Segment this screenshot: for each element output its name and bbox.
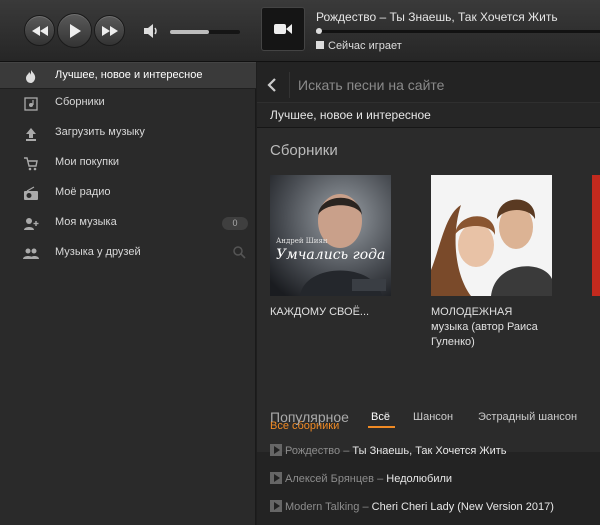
next-button[interactable] [94, 15, 125, 46]
track-artist[interactable]: Рождество [285, 445, 340, 457]
album-cover-text: Умчались года [276, 247, 386, 263]
sidebar-item-label: Моя музыка [55, 216, 117, 228]
collections-icon [24, 97, 38, 111]
album-cover[interactable] [431, 175, 552, 296]
album-cover[interactable] [592, 175, 600, 296]
collections-heading: Сборники [270, 142, 338, 159]
chevron-left-icon[interactable] [267, 77, 277, 93]
main-content: Лучшее, новое и интересное Сборники [257, 62, 600, 525]
search-bar [257, 70, 600, 100]
track-artist[interactable]: Modern Talking [285, 501, 359, 513]
album-card[interactable]: МОЛОДЕЖНАЯ музыка (автор Раиса Гуленко) [431, 175, 552, 350]
tab-estrada-chanson[interactable]: Эстрадный шансон [478, 411, 577, 423]
sidebar-item-label: Лучшее, новое и интересное [55, 69, 203, 81]
sidebar-item-purchases[interactable]: Мои покупки [0, 150, 256, 177]
track-song[interactable]: Cheri Cheri Lady (New Version 2017) [372, 501, 554, 513]
search-icon[interactable] [233, 246, 246, 259]
album-cover[interactable]: Андрей Шиян Умчались года [270, 175, 391, 296]
tab-chanson[interactable]: Шансон [413, 411, 453, 423]
track-row[interactable]: Алексей Брянцев – Недолюбили [270, 472, 452, 488]
track-separator: – [362, 501, 369, 513]
volume-slider[interactable] [170, 30, 240, 34]
friends-icon [23, 248, 39, 259]
previous-button[interactable] [24, 15, 55, 46]
sidebar-item-label: Музыка у друзей [55, 246, 141, 258]
sidebar-item-my-music[interactable]: Моя музыка 0 [0, 210, 256, 237]
album-cover-author: Андрей Шиян [276, 237, 328, 245]
sidebar-item-upload[interactable]: Загрузить музыку [0, 120, 256, 147]
volume-icon[interactable] [144, 24, 160, 38]
sidebar: Лучшее, новое и интересное Сборники Загр… [0, 62, 256, 525]
play-button[interactable] [57, 13, 92, 48]
rewind-icon [31, 25, 48, 36]
fast-forward-icon [101, 25, 118, 36]
track-song[interactable]: Недолюбили [386, 473, 452, 485]
album-card[interactable]: Андрей Шиян Умчались года КАЖДОМУ СВОЁ..… [270, 175, 391, 320]
music-app: Рождество – Ты Знаешь, Так Хочется Жить … [0, 0, 600, 525]
track-separator: – [343, 445, 350, 457]
fire-icon [26, 70, 36, 83]
album-caption[interactable]: КАЖДОМУ СВОЁ... [270, 305, 391, 320]
sidebar-item-collections[interactable]: Сборники [0, 90, 256, 117]
track-progress-bar[interactable] [316, 30, 600, 33]
now-playing-cover [261, 7, 305, 51]
sidebar-item-label: Мои покупки [55, 156, 120, 168]
now-playing-title[interactable]: Рождество – Ты Знаешь, Так Хочется Жить [316, 10, 558, 24]
upload-icon [26, 128, 36, 141]
player-bar: Рождество – Ты Знаешь, Так Хочется Жить … [0, 0, 600, 62]
my-music-count-badge: 0 [222, 217, 248, 230]
volume-level [170, 30, 209, 34]
now-playing-status-label: Сейчас играет [328, 40, 402, 52]
cart-icon [24, 157, 38, 171]
playlist-icon [316, 41, 324, 49]
video-camera-icon [274, 24, 292, 34]
active-tab-indicator [368, 426, 395, 428]
sidebar-item-label: Моё радио [55, 186, 111, 198]
play-icon [69, 23, 81, 38]
track-row[interactable]: Modern Talking – Cheri Cheri Lady (New V… [270, 500, 554, 516]
play-icon[interactable] [270, 500, 282, 512]
track-row[interactable]: Рождество – Ты Знаешь, Так Хочется Жить [270, 444, 506, 460]
radio-icon [24, 186, 38, 200]
popular-heading: Популярное [270, 409, 349, 425]
now-playing-status: Сейчас играет [316, 40, 402, 52]
sidebar-item-friends-music[interactable]: Музыка у друзей [0, 240, 256, 267]
play-icon[interactable] [270, 444, 282, 456]
track-artist[interactable]: Алексей Брянцев [285, 473, 374, 485]
play-icon[interactable] [270, 472, 282, 484]
sidebar-item-label: Сборники [55, 96, 105, 108]
tab-all[interactable]: Всё [371, 411, 390, 423]
track-progress-knob[interactable] [316, 28, 322, 34]
album-card[interactable] [592, 175, 600, 296]
sidebar-item-label: Загрузить музыку [55, 126, 145, 138]
add-user-icon [24, 218, 39, 230]
breadcrumb: Лучшее, новое и интересное [257, 102, 600, 128]
track-separator: – [377, 473, 384, 485]
section-title: Лучшее, новое и интересное [270, 108, 431, 122]
album-caption[interactable]: МОЛОДЕЖНАЯ музыка (автор Раиса Гуленко) [431, 305, 552, 350]
sidebar-item-best[interactable]: Лучшее, новое и интересное [0, 62, 256, 89]
sidebar-item-radio[interactable]: Моё радио [0, 180, 256, 207]
collections-section: Сборники Андрей Шиян Умчались года КАЖДО… [257, 128, 600, 452]
search-input[interactable] [289, 72, 600, 98]
track-song[interactable]: Ты Знаешь, Так Хочется Жить [352, 445, 506, 457]
